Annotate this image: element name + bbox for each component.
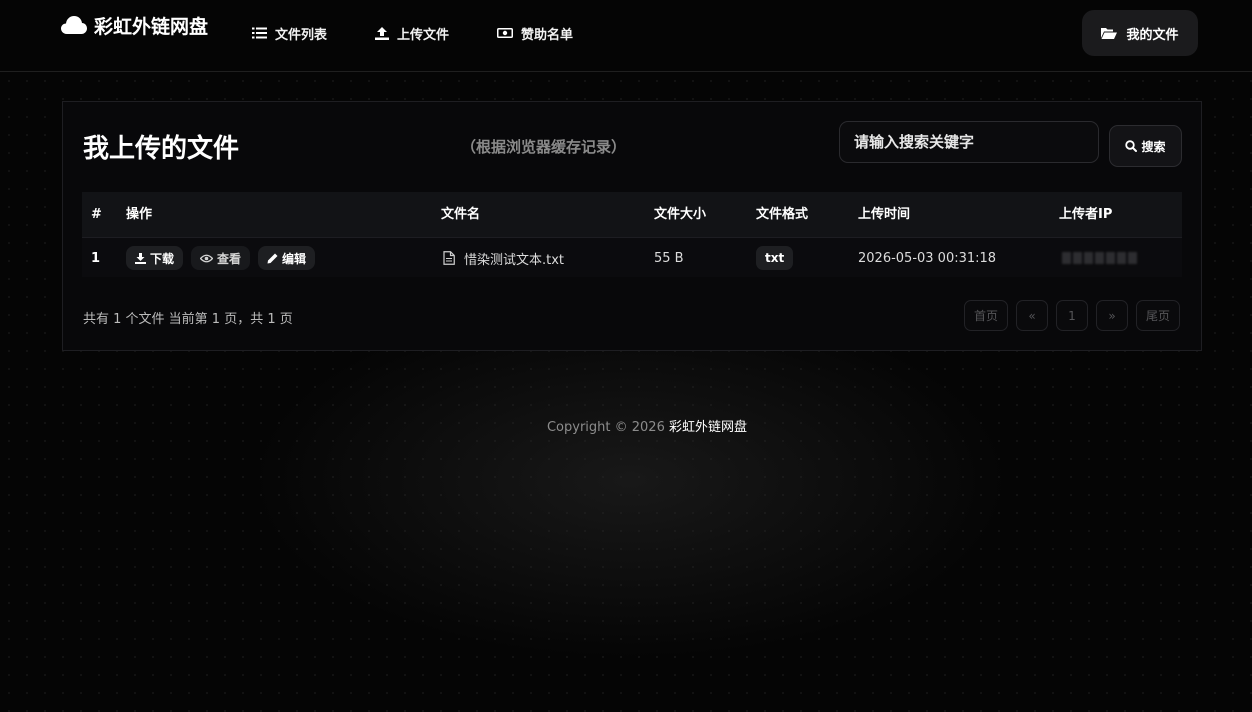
row-ip <box>1062 238 1137 278</box>
edit-label: 编辑 <box>282 251 307 266</box>
nav-file-list-label: 文件列表 <box>275 27 328 43</box>
copyright-site[interactable]: 彩虹外链网盘 <box>669 420 747 435</box>
my-files-label: 我的文件 <box>1126 27 1179 43</box>
background-glow <box>250 300 1010 660</box>
col-index: # <box>91 207 102 222</box>
cloud-icon <box>61 16 87 34</box>
edit-button[interactable]: 编辑 <box>258 246 316 270</box>
download-icon <box>135 252 146 264</box>
copyright: Copyright © 2026 彩虹外链网盘 <box>0 416 1252 435</box>
ip-redacted <box>1062 252 1137 264</box>
pager-first[interactable]: 首页 <box>964 300 1008 331</box>
table-row: 1 下载 查看 编辑 惜染测试文本.txt 55 B txt 2026-05-0… <box>82 237 1182 277</box>
pager-next[interactable]: » <box>1096 300 1128 331</box>
eye-icon <box>200 254 214 262</box>
pager-last[interactable]: 尾页 <box>1136 300 1180 331</box>
nav-sponsors-label: 赞助名单 <box>521 27 574 43</box>
format-badge: txt <box>756 246 794 270</box>
nav-upload[interactable]: 上传文件 <box>375 22 449 44</box>
col-filename: 文件名 <box>441 207 481 222</box>
row-filename[interactable]: 惜染测试文本.txt <box>443 238 564 278</box>
row-format: txt <box>756 238 794 278</box>
row-index: 1 <box>91 250 101 266</box>
money-icon <box>497 28 513 38</box>
col-actions: 操作 <box>126 207 153 222</box>
view-label: 查看 <box>217 251 242 266</box>
search-input[interactable] <box>839 121 1099 163</box>
filename-text: 惜染测试文本.txt <box>464 252 565 268</box>
pager-current[interactable]: 1 <box>1056 300 1088 331</box>
files-table: # 操作 文件名 文件大小 文件格式 上传时间 上传者IP 1 下载 查看 编辑… <box>82 192 1182 277</box>
download-button[interactable]: 下载 <box>126 246 184 270</box>
files-panel: 我上传的文件 （根据浏览器缓存记录） 搜索 # 操作 文件名 文件大小 文件格式… <box>62 101 1202 351</box>
col-size: 文件大小 <box>654 207 707 222</box>
nav-sponsors[interactable]: 赞助名单 <box>497 22 573 44</box>
my-files-button[interactable]: 我的文件 <box>1082 10 1198 56</box>
brand[interactable]: 彩虹外链网盘 <box>60 10 208 40</box>
search-button-label: 搜索 <box>1141 139 1166 154</box>
copyright-prefix: Copyright © 2026 <box>546 420 669 435</box>
list-icon <box>252 27 267 39</box>
row-time: 2026-05-03 00:31:18 <box>858 250 997 266</box>
brand-name: 彩虹外链网盘 <box>94 15 209 38</box>
row-actions: 下载 查看 编辑 <box>126 238 323 278</box>
col-time: 上传时间 <box>858 207 911 222</box>
folder-open-icon <box>1101 28 1118 39</box>
search-button[interactable]: 搜索 <box>1109 125 1182 167</box>
search-icon <box>1125 140 1138 152</box>
pager-prev[interactable]: « <box>1016 300 1048 331</box>
nav-file-list[interactable]: 文件列表 <box>252 22 327 44</box>
upload-icon <box>375 26 389 40</box>
col-format: 文件格式 <box>756 207 809 222</box>
page-title: 我上传的文件 <box>83 134 240 164</box>
view-button[interactable]: 查看 <box>191 246 251 270</box>
file-count-summary: 共有 1 个文件 当前第 1 页，共 1 页 <box>83 312 293 327</box>
table-header: # 操作 文件名 文件大小 文件格式 上传时间 上传者IP <box>82 192 1182 237</box>
file-text-icon <box>443 251 455 265</box>
navbar: 彩虹外链网盘 文件列表 上传文件 赞助名单 我的文件 <box>0 0 1252 72</box>
row-size: 55 B <box>654 250 684 266</box>
download-label: 下载 <box>150 251 175 266</box>
nav-upload-label: 上传文件 <box>397 27 450 43</box>
col-ip: 上传者IP <box>1059 207 1113 222</box>
page-subtitle: （根据浏览器缓存记录） <box>461 138 627 156</box>
pencil-icon <box>267 253 278 263</box>
